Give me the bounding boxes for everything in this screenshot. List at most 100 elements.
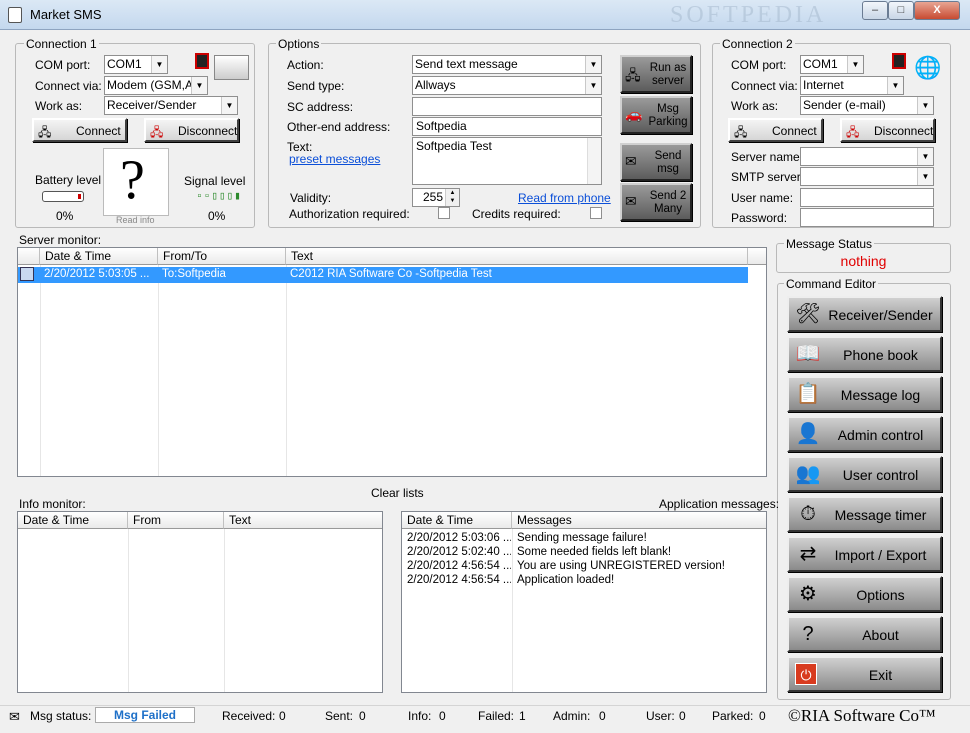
list-item[interactable]: 2/20/2012 4:56:54 ... You are using UNREG…: [402, 560, 766, 574]
c1-com-port-select[interactable]: COM1 ▼: [104, 55, 168, 74]
battery-icon: [42, 191, 84, 202]
c2-connect-label: Connect: [772, 124, 817, 138]
maximize-button[interactable]: □: [888, 1, 914, 20]
c2-disconnect-label: Disconnect: [874, 124, 934, 138]
c1-connect-button[interactable]: 🖧 Connect: [32, 118, 127, 142]
command-message-timer-button[interactable]: ⏱ Message timer: [787, 496, 942, 532]
sent-value: 0: [359, 709, 366, 723]
window-title: Market SMS: [30, 7, 102, 22]
grid-line: [224, 529, 225, 692]
timer-icon: ⏱: [800, 503, 816, 525]
command-label: Admin control: [837, 427, 924, 443]
c2-com-port-select[interactable]: COM1 ▼: [800, 55, 864, 74]
list-item[interactable]: 2/20/2012 5:02:40 ... Some needed fields …: [402, 546, 766, 560]
command-import-export-button[interactable]: ⇄ Import / Export: [787, 536, 942, 572]
c2-work-as-select[interactable]: Sender (e-mail) ▼: [800, 96, 934, 115]
command-admin-control-button[interactable]: 👤 Admin control: [787, 416, 942, 452]
c2-work-as-label: Work as:: [731, 99, 779, 113]
command-exit-button[interactable]: ⏻ Exit: [787, 656, 942, 692]
c2-work-as-value: Sender (e-mail): [803, 98, 886, 112]
other-end-input[interactable]: Softpedia: [412, 117, 602, 136]
c2-connect-via-label: Connect via:: [731, 79, 798, 93]
send-many-icon: ✉: [625, 193, 637, 209]
chevron-down-icon: ▼: [887, 77, 903, 94]
send-type-select[interactable]: Allways ▼: [412, 76, 602, 95]
server-name-select[interactable]: ▼: [800, 147, 934, 166]
chevron-down-icon: ▼: [191, 77, 207, 94]
server-col-filler: [748, 248, 766, 265]
row-message: You are using UNREGISTERED version!: [517, 560, 725, 572]
minimize-button[interactable]: –: [862, 1, 888, 20]
c1-work-as-select[interactable]: Receiver/Sender ▼: [104, 96, 238, 115]
send-type-label: Send type:: [287, 79, 345, 93]
table-row[interactable]: 2/20/2012 5:03:05 ... To:Softpedia C2012…: [18, 267, 748, 283]
run-as-server-button[interactable]: 🖧 Run as server: [620, 55, 692, 93]
credits-required-checkbox[interactable]: [590, 207, 602, 219]
command-user-control-button[interactable]: 👥 User control: [787, 456, 942, 492]
c2-connect-button[interactable]: 🖧 Connect: [728, 118, 823, 142]
c2-connect-via-select[interactable]: Internet ▼: [800, 76, 904, 95]
parked-value: 0: [759, 709, 766, 723]
parked-label: Parked:: [712, 709, 754, 723]
chevron-down-icon: ▼: [917, 168, 933, 185]
app-icon: [8, 7, 22, 23]
command-options-button[interactable]: ⚙ Options: [787, 576, 942, 612]
sc-address-input[interactable]: [412, 97, 602, 116]
c1-com-port-value: COM1: [107, 57, 142, 71]
c2-disconnect-button[interactable]: 🖧 Disconnect: [840, 118, 935, 142]
spinner-arrows-icon[interactable]: ▲ ▼: [445, 189, 459, 206]
user-value: 0: [679, 709, 686, 723]
command-phone-book-button[interactable]: 📖 Phone book: [787, 336, 942, 372]
grid-line: [128, 529, 129, 692]
info-col-date[interactable]: Date & Time: [18, 512, 128, 529]
info-monitor-grid[interactable]: Date & Time From Text: [17, 511, 383, 693]
list-item[interactable]: 2/20/2012 5:03:06 ... Sending message fai…: [402, 532, 766, 546]
read-from-phone-link[interactable]: Read from phone: [518, 191, 611, 205]
message-text-area[interactable]: Softpedia Test: [412, 137, 602, 185]
message-status-title: Message Status: [784, 237, 875, 251]
message-text-value: Softpedia Test: [416, 139, 492, 153]
send-icon: ✉: [625, 153, 637, 169]
msg-parking-label: Msg Parking: [648, 103, 688, 128]
row-message: Sending message failure!: [517, 532, 647, 544]
password-input[interactable]: [800, 208, 934, 227]
preset-messages-link[interactable]: preset messages: [289, 152, 380, 166]
app-messages-grid[interactable]: Date & Time Messages 2/20/2012 5:03:06 .…: [401, 511, 767, 693]
options-icon: ⚙: [799, 583, 817, 605]
server-monitor-grid[interactable]: Date & Time From/To Text 2/20/2012 5:03:…: [17, 247, 767, 477]
clear-lists-button[interactable]: Clear lists: [371, 486, 424, 500]
run-as-server-label: Run as server: [649, 62, 687, 87]
c2-com-port-value: COM1: [803, 57, 838, 71]
msg-parking-button[interactable]: 🚗 Msg Parking: [620, 96, 692, 134]
info-col-from[interactable]: From: [128, 512, 224, 529]
send-msg-button[interactable]: ✉ Send msg: [620, 143, 692, 181]
app-col-date[interactable]: Date & Time: [402, 512, 512, 529]
server-icon: 🖧: [625, 67, 641, 83]
server-col-date[interactable]: Date & Time: [40, 248, 158, 265]
grid-line: [286, 265, 287, 476]
close-button[interactable]: X: [914, 1, 960, 20]
command-receiver-sender-button[interactable]: 🛠 Receiver/Sender: [787, 296, 942, 332]
command-message-log-button[interactable]: 📋 Message log: [787, 376, 942, 412]
scrollbar[interactable]: [587, 138, 601, 184]
device-icon: [892, 53, 906, 69]
signal-value: 0%: [208, 209, 226, 223]
c1-disconnect-button[interactable]: 🖧 Disconnect: [144, 118, 239, 142]
list-item[interactable]: 2/20/2012 4:56:54 ... Application loaded!: [402, 574, 766, 588]
command-label: User control: [842, 467, 919, 483]
app-col-messages[interactable]: Messages: [512, 512, 766, 529]
c1-connect-via-select[interactable]: Modem (GSM,AT) ▼: [104, 76, 208, 95]
validity-spinner[interactable]: 255 ▲ ▼: [412, 188, 460, 207]
battery-value: 0%: [56, 209, 74, 223]
auth-required-checkbox[interactable]: [438, 207, 450, 219]
status-icon: ✉: [9, 709, 20, 724]
server-col-text[interactable]: Text: [286, 248, 748, 265]
command-about-button[interactable]: ? About: [787, 616, 942, 652]
send-many-button[interactable]: ✉ Send 2 Many: [620, 183, 692, 221]
smtp-server-select[interactable]: ▼: [800, 167, 934, 186]
user-name-input[interactable]: [800, 188, 934, 207]
action-select[interactable]: Send text message ▼: [412, 55, 602, 74]
info-col-text[interactable]: Text: [224, 512, 382, 529]
server-col-from[interactable]: From/To: [158, 248, 286, 265]
chevron-down-icon: ▼: [151, 56, 167, 73]
